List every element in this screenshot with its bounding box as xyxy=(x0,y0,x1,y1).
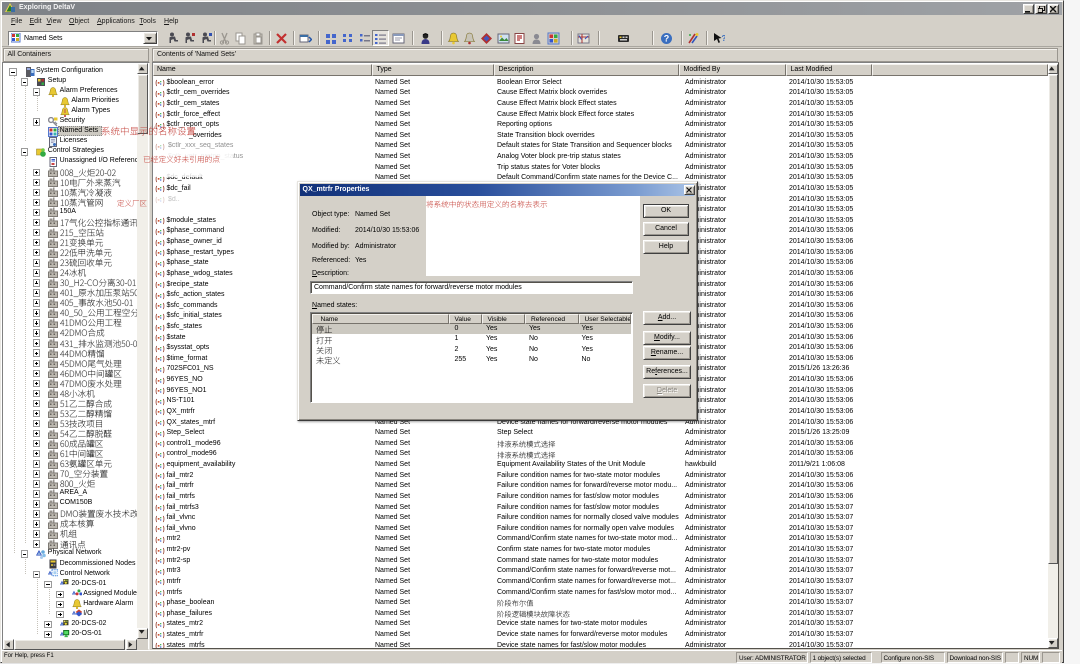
svg-text:?: ? xyxy=(663,33,669,43)
svg-text:?: ? xyxy=(721,34,725,43)
